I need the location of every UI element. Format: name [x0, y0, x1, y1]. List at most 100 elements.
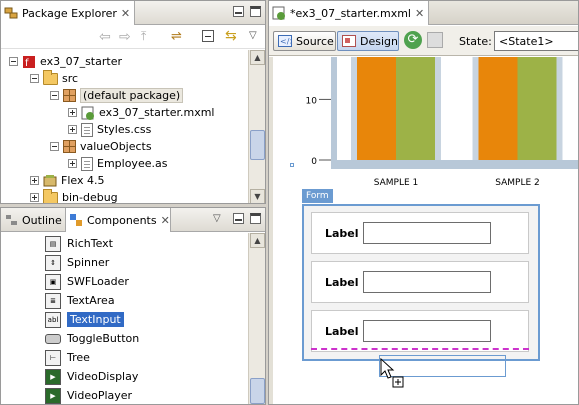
swfloader-icon: ▣ — [45, 273, 61, 290]
show-surface-icon[interactable] — [427, 32, 443, 48]
form-text-input[interactable] — [363, 222, 491, 244]
components-icon — [69, 213, 83, 227]
source-code-icon: </> — [278, 34, 296, 48]
forward-arrow-icon[interactable]: ⇨ — [119, 29, 131, 45]
component-item-videoplayer[interactable]: ▶ VideoPlayer — [45, 386, 133, 404]
scroll-down-button[interactable]: ▼ — [250, 189, 265, 203]
textarea-icon: ≣ — [45, 292, 61, 309]
close-icon[interactable]: ✕ — [121, 7, 130, 20]
form-item[interactable]: Label — [311, 261, 529, 303]
form-item[interactable]: Label — [311, 212, 529, 254]
scroll-thumb[interactable] — [250, 130, 265, 160]
view-menu-icon[interactable]: ▽ — [249, 30, 257, 41]
as-file-icon — [81, 156, 93, 171]
outline-tab-label: Outline — [22, 213, 62, 227]
component-label: TextArea — [67, 294, 115, 307]
source-mode-button[interactable]: </> Source — [273, 31, 336, 51]
component-item-textinput[interactable]: abl TextInput — [45, 310, 124, 329]
collapse-toggle[interactable] — [9, 57, 18, 66]
collapse-toggle[interactable] — [50, 91, 59, 100]
form-item[interactable]: Label — [311, 310, 529, 352]
tree-row-styles[interactable]: Styles.css — [68, 121, 151, 138]
component-label: Spinner — [67, 256, 110, 269]
component-label: VideoPlayer — [67, 389, 133, 402]
state-select[interactable]: <State1> — [494, 31, 578, 51]
tree-row-valueobjects[interactable]: valueObjects — [50, 138, 152, 155]
collapse-toggle[interactable] — [50, 142, 59, 151]
package-icon — [63, 140, 76, 153]
package-icon — [63, 89, 76, 102]
tab-mxml-editor[interactable]: *ex3_07_starter.mxml ✕ — [269, 1, 429, 25]
scroll-up-button[interactable]: ▲ — [250, 50, 265, 65]
collapse-all-icon[interactable] — [202, 30, 214, 42]
collapse-toggle[interactable] — [30, 74, 39, 83]
tab-package-explorer[interactable]: Package Explorer ✕ — [1, 1, 135, 25]
togglebutton-icon — [45, 333, 61, 344]
component-label: SWFLoader — [67, 275, 129, 288]
tree-row-bin-debug[interactable]: bin-debug — [30, 188, 118, 204]
tree-row-src[interactable]: src — [30, 69, 78, 87]
tab-outline[interactable]: Outline — [1, 208, 66, 232]
tree-row-mxml[interactable]: ex3_07_starter.mxml — [68, 104, 214, 121]
components-scrollbar[interactable]: ▲ — [248, 233, 265, 404]
minimize-icon[interactable] — [233, 6, 244, 17]
tree-label: (default package) — [80, 88, 184, 103]
scroll-thumb[interactable] — [250, 378, 265, 404]
expand-toggle[interactable] — [68, 159, 77, 168]
component-label-selected: TextInput — [67, 312, 124, 327]
package-explorer-icon — [4, 6, 18, 20]
maximize-icon[interactable] — [250, 6, 261, 17]
up-folder-icon[interactable]: ⤒ — [141, 29, 146, 44]
x-axis-band — [331, 160, 578, 169]
component-item-spinner[interactable]: ⇕ Spinner — [45, 253, 109, 272]
library-icon — [43, 174, 57, 188]
tree-label: Styles.css — [97, 123, 152, 136]
package-explorer-scrollbar[interactable]: ▲ ▼ — [248, 50, 265, 203]
tree-label: bin-debug — [62, 191, 118, 204]
component-item-textarea[interactable]: ≣ TextArea — [45, 291, 115, 310]
form-item-label: Label — [325, 325, 359, 338]
expand-toggle[interactable] — [30, 176, 39, 185]
expand-toggle[interactable] — [30, 193, 39, 202]
expand-toggle[interactable] — [68, 125, 77, 134]
expand-toggle[interactable] — [68, 108, 77, 117]
component-label: Tree — [67, 351, 90, 364]
form-text-input[interactable] — [363, 320, 491, 342]
components-tabbar: Outline Components ✕ ▽ — [1, 208, 265, 232]
scroll-up-button[interactable]: ▲ — [250, 233, 265, 248]
package-explorer-panel: Package Explorer ✕ ⇦ ⇨ ⤒ ⇌ ⇆ ▽ f ex3_07_… — [0, 0, 266, 204]
component-item-swfloader[interactable]: ▣ SWFLoader — [45, 272, 129, 291]
tree-row-default-package[interactable]: (default package) — [50, 87, 184, 104]
close-icon[interactable]: ✕ — [161, 214, 170, 227]
column-chart: 10 0 SAMPLE 1 SAMPLE 2 — [306, 57, 578, 185]
outline-icon — [5, 213, 19, 227]
view-menu-icon[interactable]: ▽ — [213, 213, 221, 224]
tree-row-project[interactable]: f ex3_07_starter — [9, 53, 122, 70]
link-with-editor-icon[interactable]: ⇆ — [225, 28, 237, 44]
tree-label: ex3_07_starter — [40, 55, 122, 68]
drop-insertion-indicator — [311, 348, 529, 350]
component-item-tree[interactable]: ⊢ Tree — [45, 348, 90, 367]
link-editor-icon[interactable]: ⇌ — [171, 29, 182, 44]
package-explorer-title: Package Explorer — [22, 6, 117, 20]
maximize-icon[interactable] — [250, 213, 261, 224]
richtext-icon: ▤ — [45, 235, 61, 252]
tree-row-employee[interactable]: Employee.as — [68, 155, 167, 172]
bar — [357, 57, 396, 160]
tab-components[interactable]: Components ✕ — [65, 208, 171, 232]
components-tab-label: Components — [87, 213, 157, 227]
close-icon[interactable]: ✕ — [415, 7, 424, 20]
tree-label: Employee.as — [97, 157, 168, 170]
form-text-input[interactable] — [363, 271, 491, 293]
design-mode-button[interactable]: Design — [337, 31, 399, 51]
refresh-icon[interactable]: ⟳ — [404, 31, 422, 49]
back-arrow-icon[interactable]: ⇦ — [99, 29, 111, 45]
form-item-label: Label — [325, 227, 359, 240]
minimize-icon[interactable] — [233, 213, 244, 224]
component-label: RichText — [67, 237, 113, 250]
component-item-videodisplay[interactable]: ▶ VideoDisplay — [45, 367, 138, 386]
tree-row-flex[interactable]: Flex 4.5 — [30, 172, 104, 189]
component-item-richtext[interactable]: ▤ RichText — [45, 234, 113, 253]
source-mode-label: Source — [296, 34, 334, 48]
component-item-togglebutton[interactable]: ToggleButton — [45, 329, 139, 348]
